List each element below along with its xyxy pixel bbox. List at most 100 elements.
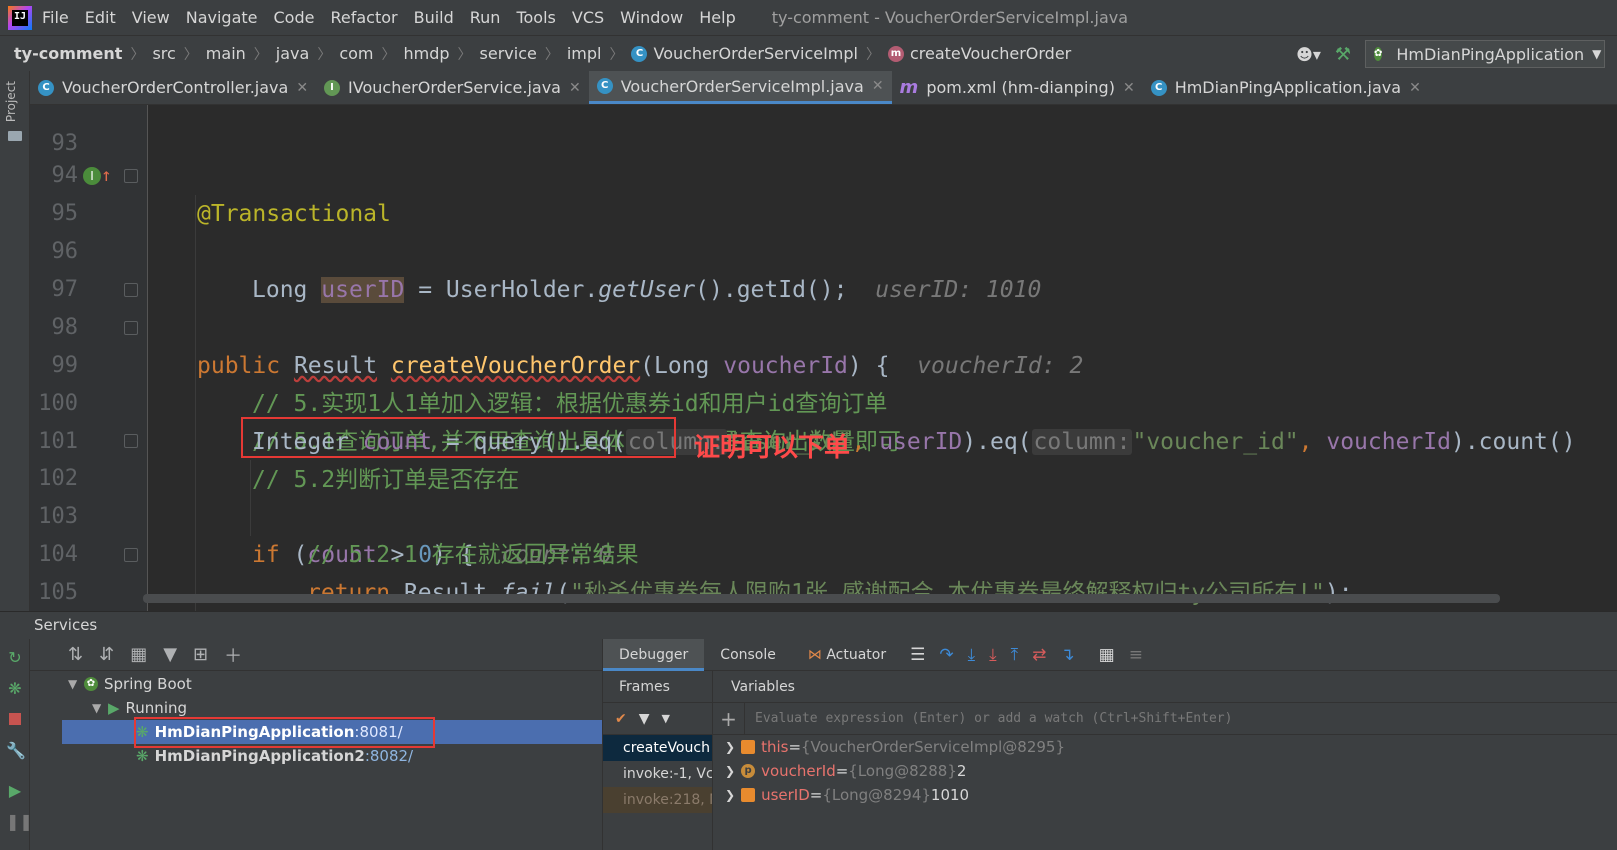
tab-voucher-order-service-impl[interactable]: C VoucherOrderServiceImpl.java ✕ xyxy=(588,71,892,104)
tab-console[interactable]: Console xyxy=(704,639,792,671)
build-hammer-icon[interactable]: ⚒ xyxy=(1335,44,1351,65)
add-service-icon[interactable]: ＋ xyxy=(224,642,242,668)
spring-boot-icon: ✿ xyxy=(84,677,98,691)
checkmark-icon[interactable]: ✔ xyxy=(615,711,627,727)
tab-ivoucher-order-service[interactable]: I IVoucherOrderService.java ✕ xyxy=(316,71,589,104)
breadcrumb-impl[interactable]: impl xyxy=(567,44,602,63)
breadcrumb-com[interactable]: com xyxy=(339,44,373,63)
evaluate-table-icon[interactable]: ▦ xyxy=(1099,645,1115,665)
breadcrumb-class[interactable]: VoucherOrderServiceImpl xyxy=(653,44,858,63)
fold-icon[interactable] xyxy=(124,169,138,183)
run-icon: ▶ xyxy=(108,699,120,717)
fold-icon[interactable] xyxy=(124,434,138,448)
chevron-right-icon[interactable]: ❯ xyxy=(725,735,735,759)
frame-item[interactable]: invoke:218, N xyxy=(603,787,712,813)
fold-icon[interactable] xyxy=(124,548,138,562)
horizontal-scrollbar[interactable] xyxy=(143,594,1500,603)
expand-all-icon[interactable]: ⇅ xyxy=(68,644,83,665)
menu-code[interactable]: Code xyxy=(274,8,315,27)
tree-node-spring-boot[interactable]: ▼ ✿ Spring Boot xyxy=(68,672,192,696)
debugger-panel: Debugger Console ⋈ Actuator ☰ ↷ ⤓ ⤓ ⤒ ⇄ … xyxy=(602,638,1617,850)
menu-build[interactable]: Build xyxy=(414,8,454,27)
frame-item[interactable]: createVouch xyxy=(603,735,712,761)
chevron-right-icon[interactable]: ❯ xyxy=(725,759,735,783)
new-tab-icon[interactable]: ⊞ xyxy=(193,644,208,665)
chevron-down-icon[interactable]: ▼ xyxy=(92,696,108,720)
editor-tab-bar: C VoucherOrderController.java ✕ I IVouch… xyxy=(30,71,1617,105)
variable-row[interactable]: ❯ this = {VoucherOrderServiceImpl@8295} xyxy=(713,735,1617,759)
tab-hmdianping-application[interactable]: C HmDianPingApplication.java ✕ xyxy=(1143,71,1429,104)
menu-refactor[interactable]: Refactor xyxy=(330,8,397,27)
fold-icon[interactable] xyxy=(124,283,138,297)
breadcrumb-project[interactable]: ty-comment xyxy=(14,44,122,63)
menu-navigate[interactable]: Navigate xyxy=(186,8,258,27)
tab-pom-xml[interactable]: m pom.xml (hm-dianping) ✕ xyxy=(892,71,1143,104)
tab-debugger[interactable]: Debugger xyxy=(603,638,705,671)
stop-icon[interactable] xyxy=(6,711,24,729)
filter-icon[interactable]: ▼ xyxy=(163,644,177,665)
rerun-icon[interactable]: ↻ xyxy=(6,649,24,667)
filter-icon[interactable]: ▼ xyxy=(639,711,650,727)
breadcrumb-main[interactable]: main xyxy=(206,44,246,63)
override-arrow-icon[interactable]: ↑ xyxy=(101,157,112,195)
step-into-icon[interactable]: ⤓ xyxy=(968,645,976,665)
breadcrumb-java[interactable]: java xyxy=(276,44,310,63)
tab-actuator[interactable]: ⋈ Actuator xyxy=(792,639,902,671)
close-icon[interactable]: ✕ xyxy=(296,80,308,96)
force-step-into-icon[interactable]: ⤓ xyxy=(989,645,997,665)
indent-guide xyxy=(195,195,196,611)
chevron-right-icon[interactable]: ❯ xyxy=(725,783,735,807)
debug-bug-icon[interactable]: ❋ xyxy=(6,680,24,698)
menu-file[interactable]: File xyxy=(42,8,69,27)
collapse-all-icon[interactable]: ⇵ xyxy=(99,644,114,665)
navigation-bar: ty-comment 〉 src 〉 main 〉 java 〉 com 〉 hmdp 〉 … xyxy=(0,35,1617,71)
tab-label: VoucherOrderServiceImpl.java xyxy=(620,76,864,96)
step-over-icon[interactable]: ↷ xyxy=(939,645,953,665)
folder-icon[interactable] xyxy=(8,131,22,141)
menu-tools[interactable]: Tools xyxy=(516,8,555,27)
breadcrumb-service[interactable]: service xyxy=(480,44,537,63)
close-icon[interactable]: ✕ xyxy=(1123,80,1135,96)
breadcrumb-hmdp[interactable]: hmdp xyxy=(403,44,449,63)
pause-icon[interactable]: ❚❚ xyxy=(6,813,33,831)
variable-type: {VoucherOrderServiceImpl@8295} xyxy=(801,738,1065,756)
wrench-icon[interactable]: 🔧 xyxy=(6,742,26,760)
frame-item[interactable]: invoke:-1, Vc xyxy=(603,761,712,787)
run-to-cursor-icon[interactable]: ↴ xyxy=(1060,645,1074,665)
code-editor[interactable]: 93 94 @Transactional 95 I ↑ public Resul… xyxy=(30,105,1617,611)
breadcrumb-src[interactable]: src xyxy=(152,44,175,63)
implements-gutter-icon[interactable]: I xyxy=(83,167,101,185)
group-by-icon[interactable]: ▦ xyxy=(130,644,147,665)
chevron-down-icon[interactable]: ▼ xyxy=(68,672,84,696)
fold-icon[interactable] xyxy=(124,321,138,335)
menu-help[interactable]: Help xyxy=(699,8,735,27)
menu-edit[interactable]: Edit xyxy=(85,8,116,27)
resume-icon[interactable]: ▶ xyxy=(6,782,24,800)
tab-label: pom.xml (hm-dianping) xyxy=(926,78,1115,97)
variable-value: 1010 xyxy=(930,786,970,804)
step-out-icon[interactable]: ⤒ xyxy=(1011,645,1019,665)
trace-icon[interactable]: ≡ xyxy=(1129,645,1143,665)
close-icon[interactable]: ✕ xyxy=(1409,80,1421,96)
menu-view[interactable]: View xyxy=(132,8,170,27)
frames-menu-icon[interactable]: ☰ xyxy=(910,645,925,665)
close-icon[interactable]: ✕ xyxy=(872,78,884,94)
menu-vcs[interactable]: VCS xyxy=(572,8,604,27)
drop-frame-icon[interactable]: ⇄ xyxy=(1032,645,1046,665)
close-icon[interactable]: ✕ xyxy=(569,80,581,96)
variable-row[interactable]: ❯ userID = {Long@8294} 1010 xyxy=(713,783,1617,807)
menu-run[interactable]: Run xyxy=(470,8,501,27)
add-watch-icon[interactable]: + xyxy=(713,702,745,735)
project-tool-button[interactable]: Project xyxy=(4,81,18,122)
evaluate-bar: + Evaluate expression (Enter) or add a w… xyxy=(713,702,1617,735)
user-icon[interactable]: ☻▾ xyxy=(1296,45,1321,64)
run-configuration-select[interactable]: ✿ HmDianPingApplication ▼ xyxy=(1365,40,1605,68)
breadcrumb-method[interactable]: createVoucherOrder xyxy=(910,44,1071,63)
variable-row[interactable]: ❯ p voucherId = {Long@8288} 2 xyxy=(713,759,1617,783)
menu-window[interactable]: Window xyxy=(620,8,683,27)
chevron-down-icon[interactable]: ▼ xyxy=(662,712,670,725)
method-icon: m xyxy=(887,45,904,62)
tab-voucher-order-controller[interactable]: C VoucherOrderController.java ✕ xyxy=(30,71,316,104)
evaluate-expression-input[interactable]: Evaluate expression (Enter) or add a wat… xyxy=(745,703,1232,735)
debug-actions: ☰ ↷ ⤓ ⤓ ⤒ ⇄ ↴ ▦ ≡ xyxy=(910,645,1143,665)
